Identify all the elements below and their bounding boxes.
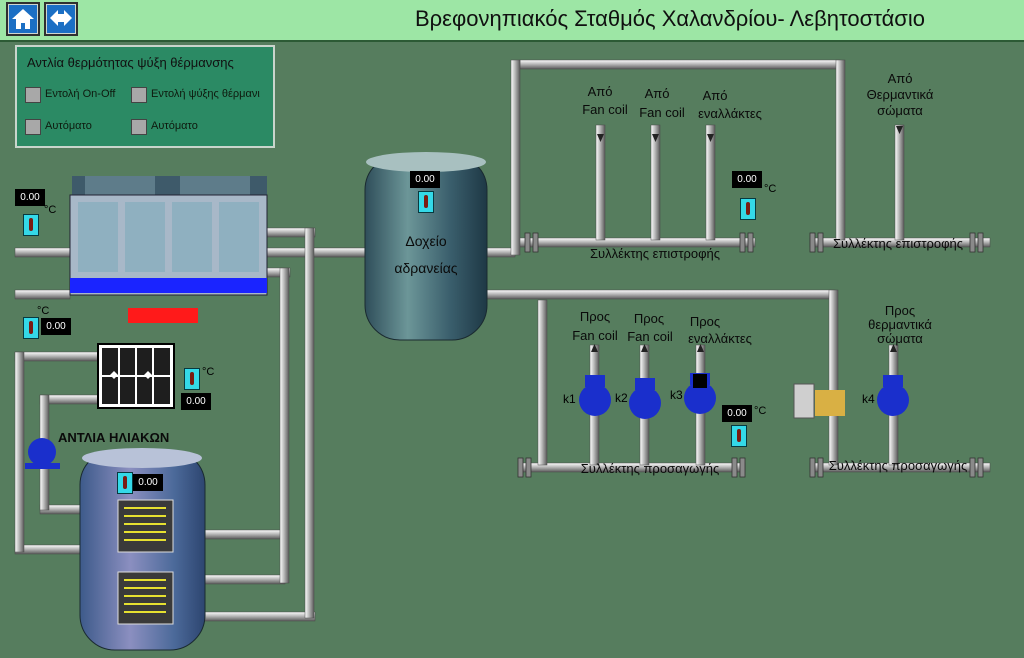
from-fancoil-2-label-a: Από bbox=[644, 86, 670, 101]
to-fancoil-1-label-b: Fan coil bbox=[572, 328, 618, 343]
supply-collector-1-label: Συλλέκτης προσαγωγής bbox=[580, 461, 720, 476]
thermometer-icon bbox=[184, 368, 200, 390]
thermometer-icon bbox=[418, 191, 434, 213]
return-collector-2-label: Συλλέκτης επιστροφής bbox=[832, 236, 964, 251]
thermometer-icon bbox=[23, 317, 39, 339]
heat-pump-unit bbox=[69, 176, 268, 323]
to-radiators-label-c: σώματα bbox=[877, 331, 923, 346]
from-radiators-label-a: Από bbox=[887, 71, 913, 86]
to-exchangers-label-a: Προς bbox=[689, 314, 721, 329]
auto-checkbox-2[interactable] bbox=[131, 119, 147, 135]
from-exchangers-label-a: Από bbox=[702, 88, 728, 103]
pump-k3-label: k3 bbox=[670, 388, 683, 402]
temp-readout-return: 0.00 bbox=[732, 171, 762, 188]
to-fancoil-1-label-a: Προς bbox=[579, 309, 611, 324]
home-icon bbox=[9, 5, 37, 33]
pump-k1-label: k1 bbox=[563, 392, 576, 406]
thermometer-icon bbox=[740, 198, 756, 220]
on-off-label: Εντολή On-Off bbox=[45, 88, 116, 100]
page-title: Βρεφονηπιακός Σταθμός Χαλανδρίου- Λεβητο… bbox=[414, 6, 925, 31]
thermometer-icon bbox=[731, 425, 747, 447]
temp-unit: °C bbox=[754, 405, 767, 417]
to-exchangers-label-b: εναλλάκτες bbox=[688, 331, 752, 346]
from-exchangers-label-b: εναλλάκτες bbox=[698, 106, 762, 121]
header-bar: Βρεφονηπιακός Σταθμός Χαλανδρίου- Λεβητο… bbox=[0, 0, 1024, 42]
return-collector-1-label: Συλλέκτης επιστροφής bbox=[589, 246, 721, 261]
from-fancoil-2-label-b: Fan coil bbox=[639, 105, 685, 120]
on-off-checkbox[interactable] bbox=[25, 87, 41, 103]
auto-label-1: Αυτόματο bbox=[45, 120, 92, 132]
navigation-arrows-icon bbox=[47, 5, 75, 33]
temp-unit: °C bbox=[44, 204, 57, 216]
thermometer-icon bbox=[23, 214, 39, 236]
heat-pump-control-panel: Αντλία θερμότητας ψύξη θέρμανσης Εντολή … bbox=[15, 45, 275, 148]
temp-readout-inertia-tank: 0.00 bbox=[410, 171, 440, 188]
from-radiators-label-c: σώματα bbox=[877, 103, 923, 118]
temp-unit: °C bbox=[202, 366, 215, 378]
cooling-heating-label: Εντολή ψύξης θέρμανι bbox=[151, 88, 260, 100]
temp-readout-solar: 0.00 bbox=[181, 393, 211, 410]
inertia-tank-label-2: αδρανείας bbox=[394, 260, 458, 276]
auto-label-2: Αυτόματο bbox=[151, 120, 198, 132]
panel-title: Αντλία θερμότητας ψύξη θέρμανσης bbox=[27, 55, 234, 70]
temp-readout-heat-pump-out: 0.00 bbox=[41, 318, 71, 335]
inertia-tank-label-1: Δοχείο bbox=[405, 233, 447, 249]
temp-readout-heat-pump-in: 0.00 bbox=[15, 189, 45, 206]
temp-readout-solar-tank: 0.00 bbox=[133, 474, 163, 491]
pump-k2-label: k2 bbox=[615, 391, 628, 405]
solar-pump-label: ΑΝΤΛΙΑ ΗΛΙΑΚΩΝ bbox=[58, 430, 170, 445]
cooling-heating-checkbox[interactable] bbox=[131, 87, 147, 103]
solar-pump bbox=[25, 438, 60, 469]
scada-screen: Βρεφονηπιακός Σταθμός Χαλανδρίου- Λεβητο… bbox=[0, 0, 1024, 658]
from-fancoil-1-label-b: Fan coil bbox=[582, 102, 628, 117]
mixing-valve bbox=[793, 383, 845, 419]
temp-unit: °C bbox=[37, 305, 50, 317]
from-fancoil-1-label-a: Από bbox=[587, 84, 613, 99]
supply-collector-2-label: Συλλέκτης προσαγωγής bbox=[828, 458, 968, 473]
temp-unit: °C bbox=[764, 183, 777, 195]
solar-collector bbox=[97, 343, 175, 409]
home-button[interactable] bbox=[6, 2, 40, 36]
pump-k4-label: k4 bbox=[862, 392, 875, 406]
thermometer-icon bbox=[117, 472, 133, 494]
temp-readout-supply: 0.00 bbox=[722, 405, 752, 422]
navigation-button[interactable] bbox=[44, 2, 78, 36]
to-fancoil-2-label-b: Fan coil bbox=[627, 329, 673, 344]
auto-checkbox-1[interactable] bbox=[25, 119, 41, 135]
to-fancoil-2-label-a: Προς bbox=[633, 311, 665, 326]
from-radiators-label-b: Θερμαντικά bbox=[866, 87, 934, 102]
